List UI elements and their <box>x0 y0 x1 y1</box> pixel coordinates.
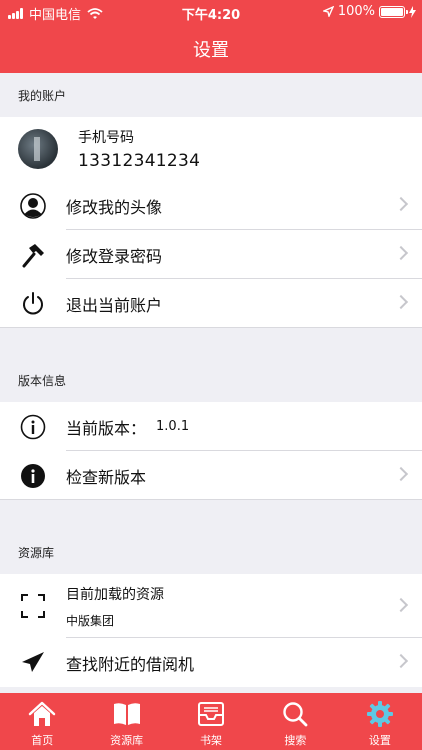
account-info-row: 手机号码 13312341234 <box>0 117 422 181</box>
search-icon <box>283 702 308 727</box>
change-avatar-label: 修改我的头像 <box>66 197 163 217</box>
section-label-version: 版本信息 <box>18 373 67 388</box>
current-version-value: 1.0.1 <box>156 419 190 434</box>
logout-row[interactable]: 退出当前账户 <box>0 279 422 328</box>
paper-plane-icon <box>22 651 44 672</box>
loaded-resource-row[interactable]: 目前加载的资源 中版集团 <box>0 574 422 638</box>
change-avatar-row[interactable]: 修改我的头像 <box>0 181 422 230</box>
settings-content[interactable]: 我的账户 手机号码 13312341234 修改我的头像 修改登录密码 退出当前… <box>0 73 422 693</box>
battery-icon <box>379 5 408 18</box>
inbox-icon <box>198 702 225 726</box>
chevron-right-icon <box>393 597 409 613</box>
logout-label: 退出当前账户 <box>66 295 163 315</box>
scan-frame-icon <box>21 594 45 618</box>
change-password-label: 修改登录密码 <box>66 246 163 266</box>
tab-settings-label: 设置 <box>368 734 391 747</box>
battery-percent: 100% <box>337 4 375 19</box>
tab-home-label: 首页 <box>31 734 54 747</box>
charging-bolt-icon <box>409 5 416 18</box>
tab-search[interactable]: 搜索 <box>253 693 337 750</box>
header: 中国电信 下午4:20 100% 设置 <box>0 0 422 73</box>
phone-label: 手机号码 <box>78 130 134 146</box>
version-group: 当前版本： 1.0.1 检查新版本 <box>0 402 422 500</box>
current-version-row: 当前版本： 1.0.1 <box>0 402 422 451</box>
status-bar: 中国电信 下午4:20 100% <box>0 0 422 24</box>
hammer-icon <box>22 243 44 267</box>
loaded-resource-value: 中版集团 <box>66 613 115 628</box>
home-icon <box>28 701 56 726</box>
tab-bar: 首页 资源库 书架 搜索 设置 <box>0 693 422 750</box>
info-filled-icon <box>21 463 45 488</box>
section-label-account: 我的账户 <box>18 88 67 103</box>
tab-search-label: 搜索 <box>284 734 307 747</box>
tab-bookshelf-label: 书架 <box>200 734 223 747</box>
loaded-resource-title: 目前加载的资源 <box>66 586 164 603</box>
gear-icon <box>366 701 393 727</box>
info-outline-icon <box>20 414 46 439</box>
tab-home[interactable]: 首页 <box>0 693 84 750</box>
phone-value: 13312341234 <box>78 151 201 171</box>
tab-bookshelf[interactable]: 书架 <box>169 693 253 750</box>
account-group: 手机号码 13312341234 修改我的头像 修改登录密码 退出当前账户 <box>0 117 422 328</box>
find-nearby-label: 查找附近的借阅机 <box>66 654 195 674</box>
check-update-label: 检查新版本 <box>66 467 147 487</box>
find-nearby-row[interactable]: 查找附近的借阅机 <box>0 638 422 687</box>
tab-library[interactable]: 资源库 <box>84 693 168 750</box>
tab-settings[interactable]: 设置 <box>338 693 422 750</box>
change-password-row[interactable]: 修改登录密码 <box>0 230 422 279</box>
tab-library-label: 资源库 <box>110 734 144 747</box>
user-circle-icon <box>20 192 46 219</box>
current-version-label: 当前版本： <box>66 418 147 438</box>
check-update-row[interactable]: 检查新版本 <box>0 451 422 500</box>
avatar <box>18 129 58 169</box>
library-group: 目前加载的资源 中版集团 查找附近的借阅机 <box>0 574 422 687</box>
location-arrow-icon <box>322 6 334 17</box>
section-label-library: 资源库 <box>18 545 55 560</box>
power-icon <box>23 291 43 314</box>
book-icon <box>113 703 140 725</box>
page-title: 设置 <box>193 40 229 61</box>
